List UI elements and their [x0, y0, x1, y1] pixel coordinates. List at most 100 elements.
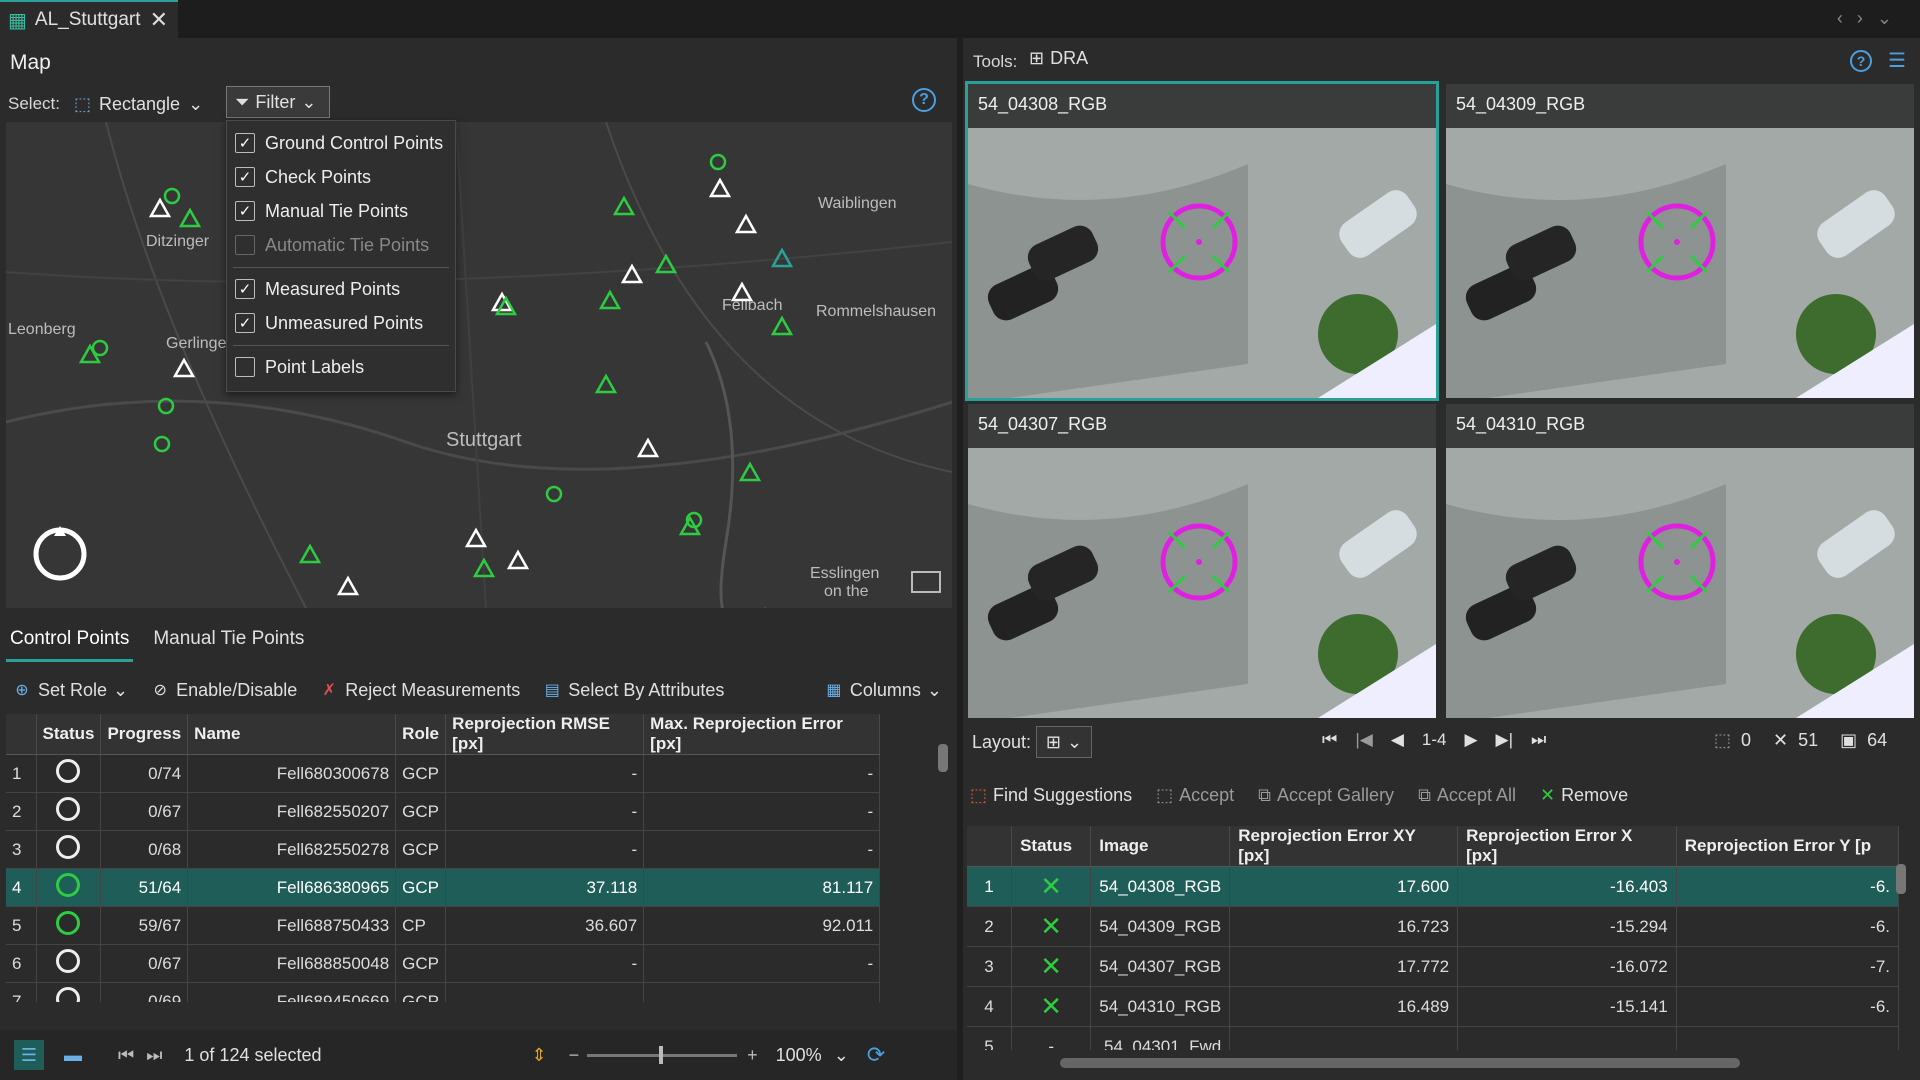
- column-header[interactable]: Reprojection Error XY [px]: [1229, 826, 1459, 867]
- column-header[interactable]: Reprojection Error X [px]: [1457, 826, 1677, 867]
- table-row[interactable]: 4 ✕ 54_04310_RGB 16.489 -15.141 -6.: [967, 986, 1899, 1027]
- table-scrollbar[interactable]: [934, 714, 952, 1004]
- set-role-button[interactable]: ⊕ Set Role ⌄: [12, 680, 128, 701]
- layout-label: Layout:: [972, 732, 1032, 752]
- image-tile[interactable]: 54_04308_RGB: [965, 81, 1439, 401]
- refresh-icon[interactable]: ⟳: [867, 1042, 885, 1068]
- filter-item-measured-points[interactable]: ✓ Measured Points: [235, 274, 400, 304]
- previous-group-icon[interactable]: |◀: [1355, 730, 1373, 750]
- table-row[interactable]: 3 0/68 Fell682550278 GCP - -: [6, 830, 881, 869]
- tab-control-points[interactable]: Control Points: [6, 622, 134, 662]
- column-header[interactable]: Reprojection RMSE [px]: [445, 714, 645, 755]
- column-header[interactable]: Status: [36, 714, 102, 755]
- checkbox-checked[interactable]: ✓: [235, 167, 255, 187]
- status-unmeasured-icon: [56, 987, 81, 1002]
- layout-dropdown[interactable]: ⊞ ⌄: [1036, 726, 1092, 758]
- filter-item-check-points[interactable]: ✓ Check Points: [235, 162, 371, 192]
- chevron-down-icon[interactable]: ⌄: [834, 1045, 849, 1066]
- columns-button[interactable]: ▦ Columns ⌄: [824, 680, 942, 701]
- column-header[interactable]: Role: [395, 714, 447, 755]
- checkbox-checked[interactable]: ✓: [235, 201, 255, 221]
- help-icon[interactable]: ?: [1850, 50, 1872, 72]
- map-view[interactable]: Waiblingen Ditzinger Fellbach Rommelshau…: [6, 122, 952, 608]
- document-tab-title: AL_Stuttgart: [34, 9, 141, 30]
- image-tile[interactable]: 54_04307_RGB: [968, 404, 1436, 718]
- vertical-scrollbar[interactable]: [1896, 864, 1906, 894]
- table-row[interactable]: 2 0/67 Fell682550207 GCP - -: [6, 792, 881, 831]
- enable-disable-button[interactable]: ⊘ Enable/Disable: [150, 680, 297, 701]
- accept-button[interactable]: ⬚ Accept: [1156, 785, 1234, 806]
- table-row[interactable]: 2 ✕ 54_04309_RGB 16.723 -15.294 -6.: [967, 906, 1899, 947]
- horizontal-scrollbar[interactable]: [1060, 1058, 1740, 1068]
- aerial-image[interactable]: [968, 84, 1436, 398]
- table-header: Status Image Reprojection Error XY [px] …: [967, 826, 1899, 867]
- select-by-attributes-button[interactable]: ▤ Select By Attributes: [542, 680, 725, 701]
- image-tile[interactable]: 54_04309_RGB: [1446, 84, 1914, 398]
- filter-item-automatic-tie-points: Automatic Tie Points: [235, 230, 429, 260]
- column-header[interactable]: Reprojection Error Y [p: [1676, 826, 1899, 867]
- document-tab[interactable]: ▦ AL_Stuttgart ✕: [0, 0, 178, 38]
- aerial-image[interactable]: [1446, 84, 1914, 398]
- table-row-selected[interactable]: 4 51/64 Fell686380965 GCP 37.118 81.117: [6, 868, 881, 907]
- column-header[interactable]: Progress: [100, 714, 189, 755]
- first-record-icon[interactable]: ⏮: [118, 1045, 134, 1066]
- checkbox-checked[interactable]: ✓: [235, 279, 255, 299]
- place-label: Ditzinger: [146, 233, 210, 250]
- table-row[interactable]: 1 0/74 Fell680300678 GCP - -: [6, 754, 881, 793]
- table-select-icon: ▤: [544, 682, 560, 699]
- tab-manual-tie-points[interactable]: Manual Tie Points: [149, 622, 308, 662]
- filter-item-unmeasured-points[interactable]: ✓ Unmeasured Points: [235, 308, 423, 338]
- table-row[interactable]: 3 ✕ 54_04307_RGB 17.772 -16.072 -7.: [967, 946, 1899, 987]
- checkbox-checked[interactable]: ✓: [235, 313, 255, 333]
- image-name: 54_04307_RGB: [968, 404, 1436, 448]
- first-page-icon[interactable]: ⏮: [1322, 730, 1337, 750]
- zoom-level[interactable]: 100%: [776, 1045, 822, 1066]
- filter-item-manual-tie-points[interactable]: ✓ Manual Tie Points: [235, 196, 408, 226]
- column-header[interactable]: Image: [1090, 826, 1231, 867]
- column-header[interactable]: Max. Reprojection Error [px]: [643, 714, 881, 755]
- table-row[interactable]: 5-54_04301_Fwd: [967, 1026, 1899, 1050]
- table-row[interactable]: 6 0/67 Fell688850048 GCP - -: [6, 944, 881, 983]
- sort-icon[interactable]: ⇕: [532, 1045, 547, 1066]
- last-page-icon[interactable]: ⏭: [1531, 730, 1546, 750]
- tools-label: Tools:: [973, 52, 1018, 71]
- zoom-in-icon[interactable]: +: [747, 1045, 758, 1066]
- table-row[interactable]: 5 59/67 Fell688750433 CP 36.607 92.011: [6, 906, 881, 945]
- checkbox-unchecked[interactable]: [235, 357, 255, 377]
- table-row-selected[interactable]: 1 ✕ 54_04308_RGB 17.600 -16.403 -6.: [967, 866, 1899, 907]
- column-header[interactable]: Status: [1011, 826, 1092, 867]
- options-list-icon[interactable]: ☰: [1888, 48, 1906, 73]
- show-selected-records-icon[interactable]: ▬: [64, 1045, 82, 1066]
- column-header[interactable]: Name: [187, 714, 397, 755]
- chevron-down-icon: ⌄: [926, 679, 942, 700]
- remove-button[interactable]: ✕ Remove: [1540, 785, 1628, 806]
- checkbox-checked[interactable]: ✓: [235, 133, 255, 153]
- zoom-out-icon[interactable]: −: [569, 1045, 580, 1066]
- filter-item-ground-control-points[interactable]: ✓ Ground Control Points: [235, 128, 443, 158]
- next-group-icon[interactable]: ▶|: [1496, 730, 1514, 750]
- accept-all-button[interactable]: ⧉ Accept All: [1418, 785, 1516, 806]
- table-row[interactable]: 7 0/69 Fell689450669 GCP: [6, 982, 881, 1002]
- reject-measurements-button[interactable]: ✗ Reject Measurements: [319, 680, 521, 701]
- image-tile[interactable]: 54_04310_RGB: [1446, 404, 1914, 718]
- accept-gallery-button[interactable]: ⧉ Accept Gallery: [1258, 785, 1394, 806]
- select-mode-dropdown[interactable]: ⬚ Rectangle ⌄: [74, 88, 203, 120]
- find-suggestions-button[interactable]: ⬚ Find Suggestions: [970, 785, 1132, 806]
- filter-button[interactable]: ⏷ Filter ⌄: [226, 86, 330, 118]
- map-canvas[interactable]: Waiblingen Ditzinger Fellbach Rommelshau…: [6, 122, 952, 608]
- show-all-records-icon[interactable]: ☰: [14, 1040, 44, 1070]
- measured-cross-icon: ✕: [1040, 871, 1063, 901]
- aerial-image[interactable]: [1446, 404, 1914, 718]
- last-record-icon[interactable]: ⏭: [146, 1045, 162, 1066]
- measured-cross-icon: ✕: [1040, 911, 1063, 941]
- close-icon[interactable]: ✕: [150, 7, 168, 33]
- tool-dra[interactable]: ⊞ DRA: [1029, 48, 1088, 69]
- aerial-image[interactable]: [968, 404, 1436, 718]
- tab-navigation[interactable]: ‹›⌄: [1837, 8, 1906, 29]
- help-icon[interactable]: ?: [912, 88, 936, 112]
- zoom-slider[interactable]: [587, 1045, 738, 1064]
- previous-page-icon[interactable]: ◀: [1391, 730, 1404, 750]
- status-unmeasured-icon: [56, 797, 81, 821]
- next-page-icon[interactable]: ▶: [1464, 730, 1477, 750]
- filter-item-point-labels[interactable]: Point Labels: [235, 352, 364, 382]
